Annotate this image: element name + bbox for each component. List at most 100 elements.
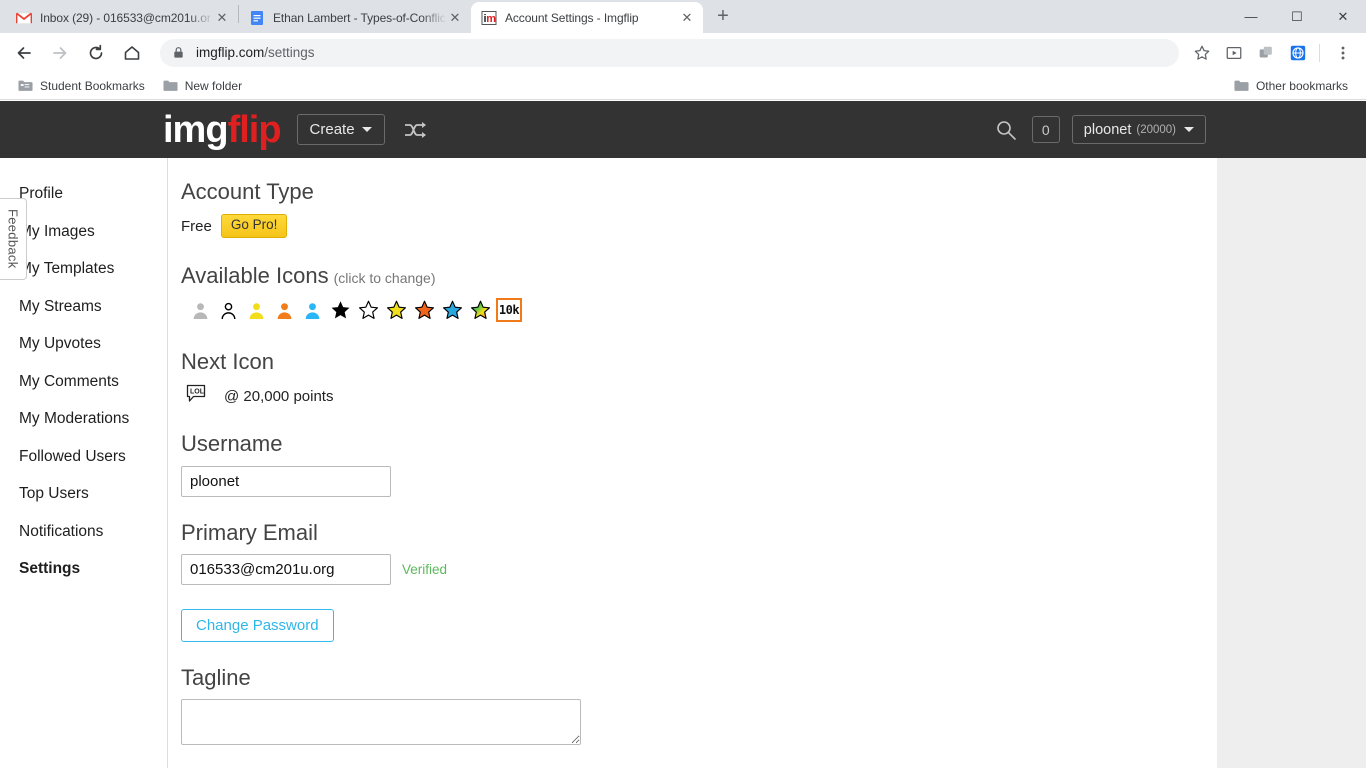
svg-text:LOL: LOL	[190, 389, 205, 396]
browser-toolbar: imgflip.com/settings	[0, 33, 1366, 72]
settings-main: Account Type Free Go Pro! Available Icon…	[168, 158, 1217, 768]
folder-icon	[163, 79, 178, 93]
bookmark-other-bookmarks[interactable]: Other bookmarks	[1226, 75, 1356, 97]
new-tab-button[interactable]: +	[709, 3, 737, 31]
next-icon-row: LOL @ 20,000 points	[186, 384, 1217, 408]
available-icons-title: Available Icons	[181, 263, 329, 289]
tab-title: Inbox (29) - 016533@cm201u.or	[40, 10, 211, 25]
globe-extension-icon[interactable]	[1283, 38, 1313, 68]
media-cast-icon[interactable]	[1219, 38, 1249, 68]
window-controls: — ☐ ✕	[1228, 0, 1366, 33]
gmail-icon	[16, 10, 32, 26]
next-icon-requirement: @ 20,000 points	[224, 387, 334, 405]
forward-arrow-icon[interactable]	[44, 37, 76, 69]
sidebar-item-top-users[interactable]: Top Users	[0, 475, 167, 513]
tab-strip: Inbox (29) - 016533@cm201u.or ✕ Ethan La…	[0, 0, 1366, 33]
google-docs-icon	[249, 10, 265, 26]
primary-email-heading: Primary Email	[181, 519, 318, 545]
other-bookmarks-container: Other bookmarks	[1226, 75, 1358, 97]
sidebar-item-my-upvotes[interactable]: My Upvotes	[0, 325, 167, 363]
sidebar-item-notifications[interactable]: Notifications	[0, 513, 167, 551]
user-menu-points: (20000)	[1136, 123, 1176, 136]
page-body: Profile My Images My Templates My Stream…	[0, 158, 1366, 768]
star-yellow-icon[interactable]	[384, 298, 408, 322]
badge-10k-icon[interactable]: 10k	[496, 298, 522, 323]
available-icons-hint: (click to change)	[333, 270, 436, 287]
lol-speech-bubble-icon: LOL	[186, 384, 206, 408]
bookmark-label: Other bookmarks	[1255, 78, 1348, 93]
person-blue-icon[interactable]	[300, 298, 324, 322]
sidebar-item-followed-users[interactable]: Followed Users	[0, 438, 167, 476]
feedback-tab[interactable]: Feedback	[0, 198, 27, 280]
email-verified-status: Verified	[402, 561, 448, 577]
bookmark-student-bookmarks[interactable]: Student Bookmarks	[10, 75, 153, 97]
feedback-label: Feedback	[5, 209, 21, 269]
tab-close-icon[interactable]: ✕	[679, 10, 695, 26]
page-viewport: Feedback imgflip Create 0 ploonet (20000…	[0, 101, 1366, 768]
browser-tab-gmail[interactable]: Inbox (29) - 016533@cm201u.or ✕	[6, 2, 238, 33]
bookmark-label: Student Bookmarks	[40, 78, 145, 93]
imgflip-logo[interactable]: imgflip	[163, 108, 282, 151]
next-icon-heading: Next Icon	[181, 349, 274, 375]
person-orange-icon[interactable]	[272, 298, 296, 322]
folder-icon	[1234, 79, 1249, 93]
tab-close-icon[interactable]: ✕	[214, 10, 230, 26]
username-field-group: Username	[181, 431, 1217, 497]
star-orange-icon[interactable]	[412, 298, 436, 322]
user-menu-username: ploonet	[1083, 121, 1132, 138]
primary-email-input[interactable]	[181, 553, 391, 585]
user-menu-button[interactable]: ploonet (20000)	[1071, 115, 1206, 144]
star-blue-icon[interactable]	[440, 298, 464, 322]
tagline-field-group: Tagline	[181, 664, 1217, 750]
tab-title: Account Settings - Imgflip	[505, 10, 639, 25]
chevron-down-icon	[361, 127, 372, 132]
bookmark-new-folder[interactable]: New folder	[155, 75, 250, 97]
primary-email-row: Verified	[181, 553, 1217, 585]
browser-window: Inbox (29) - 016533@cm201u.or ✕ Ethan La…	[0, 0, 1366, 768]
star-rainbow-icon[interactable]	[468, 298, 492, 322]
person-gray-icon[interactable]	[188, 298, 212, 322]
window-close-button[interactable]: ✕	[1320, 0, 1366, 33]
reload-icon[interactable]	[80, 37, 112, 69]
available-icons-heading: Available Icons (click to change)	[181, 263, 1217, 289]
chrome-menu-icon[interactable]	[1328, 38, 1358, 68]
maximize-button[interactable]: ☐	[1274, 0, 1320, 33]
logo-part-flip: flip	[227, 108, 282, 151]
logo-part-img: img	[163, 108, 229, 151]
person-yellow-icon[interactable]	[244, 298, 268, 322]
tab-close-icon[interactable]: ✕	[447, 10, 463, 26]
create-button[interactable]: Create	[296, 114, 385, 145]
home-icon[interactable]	[116, 37, 148, 69]
url-text: imgflip.com/settings	[196, 45, 315, 60]
bookmark-star-icon[interactable]	[1187, 38, 1217, 68]
sidebar-item-settings[interactable]: Settings	[0, 550, 167, 588]
tab-title: Ethan Lambert - Types-of-Conflic	[273, 10, 446, 25]
search-icon[interactable]	[995, 119, 1017, 141]
sidebar-item-my-comments[interactable]: My Comments	[0, 363, 167, 401]
account-type-row: Free Go Pro!	[181, 214, 1217, 239]
create-label: Create	[309, 121, 355, 138]
person-outline-icon[interactable]	[216, 298, 240, 322]
username-heading: Username	[181, 431, 283, 457]
primary-email-field-group: Primary Email Verified	[181, 519, 1217, 585]
back-arrow-icon[interactable]	[8, 37, 40, 69]
points-badge[interactable]: 0	[1031, 116, 1060, 143]
imgflip-icon: i m	[481, 10, 497, 26]
minimize-button[interactable]: —	[1228, 0, 1274, 33]
go-pro-button[interactable]: Go Pro!	[220, 214, 288, 239]
sidebar-item-my-moderations[interactable]: My Moderations	[0, 400, 167, 438]
available-icons-row: 10k	[188, 298, 1217, 323]
tagline-heading: Tagline	[181, 664, 251, 690]
star-white-icon[interactable]	[356, 298, 380, 322]
tagline-textarea[interactable]	[181, 698, 581, 745]
star-black-icon[interactable]	[328, 298, 352, 322]
username-input[interactable]	[181, 465, 391, 497]
sidebar-item-my-streams[interactable]: My Streams	[0, 288, 167, 326]
address-bar[interactable]: imgflip.com/settings	[160, 38, 1179, 67]
change-password-button[interactable]: Change Password	[181, 608, 334, 642]
browser-tab-imgflip[interactable]: i m Account Settings - Imgflip ✕	[471, 2, 703, 33]
browser-tab-google-docs[interactable]: Ethan Lambert - Types-of-Conflic ✕	[239, 2, 471, 33]
content-wrapper: Profile My Images My Templates My Stream…	[0, 158, 1217, 768]
shuffle-icon[interactable]	[403, 121, 429, 139]
extension-icon[interactable]	[1251, 38, 1281, 68]
